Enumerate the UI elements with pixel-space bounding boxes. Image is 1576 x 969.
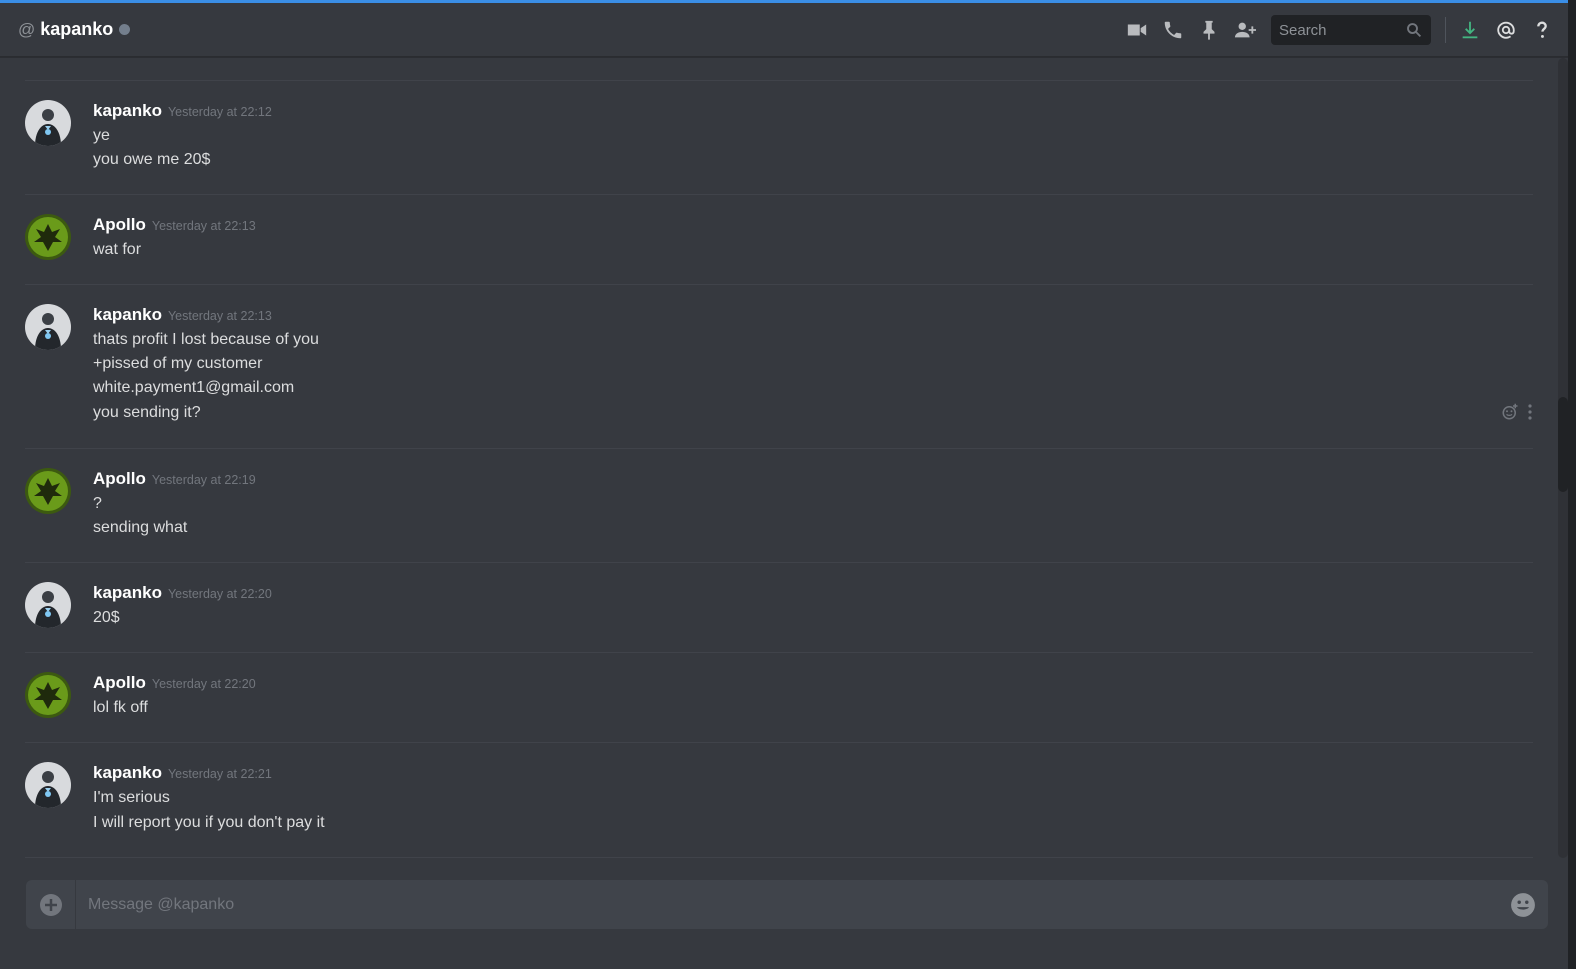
- apollo-avatar[interactable]: [25, 214, 71, 260]
- message-author[interactable]: kapanko Yesterday at 22:12: [93, 101, 272, 121]
- message-text: sending what: [93, 519, 188, 536]
- message-timestamp: Yesterday at 22:13: [151, 219, 256, 233]
- help-icon[interactable]: [1524, 15, 1560, 45]
- message-author[interactable]: kapanko Yesterday at 22:21: [93, 763, 272, 783]
- message-text: +pissed of my customer: [93, 355, 263, 372]
- add-friend-icon[interactable]: [1227, 15, 1263, 45]
- mention-icon[interactable]: [1488, 15, 1524, 45]
- window-edge: [1568, 0, 1576, 969]
- header-toolbar: [1119, 3, 1560, 57]
- message-timestamp: Yesterday at 22:13: [167, 309, 272, 323]
- message-timestamp: Yesterday at 22:19: [151, 473, 256, 487]
- channel-header: @ kapanko: [0, 3, 1576, 57]
- offline-status-indicator: [119, 24, 131, 35]
- apollo-avatar[interactable]: [25, 468, 71, 514]
- upload-button[interactable]: [26, 880, 76, 929]
- message-text: I will report you if you don't pay it: [93, 814, 325, 831]
- kapanko-avatar[interactable]: [25, 100, 71, 146]
- scrollbar-thumb[interactable]: [1558, 397, 1568, 492]
- kapanko-avatar[interactable]: [25, 762, 71, 808]
- message-text: ye: [93, 127, 110, 144]
- more-options-icon[interactable]: [1527, 404, 1533, 420]
- add-reaction-icon[interactable]: [1501, 403, 1519, 421]
- pin-icon[interactable]: [1191, 15, 1227, 45]
- at-icon: @: [18, 19, 36, 39]
- message-text: 20$: [93, 609, 120, 626]
- search-icon: [1407, 23, 1422, 38]
- message-text: I'm serious: [93, 789, 170, 806]
- message-author[interactable]: Apollo Yesterday at 22:13: [93, 215, 256, 235]
- message-hover-actions: [1501, 403, 1533, 421]
- message-author[interactable]: Apollo Yesterday at 22:19: [93, 469, 256, 489]
- message-group: Apollo Yesterday at 22:13 wat for: [25, 194, 1533, 284]
- plus-circle-icon: [39, 893, 62, 916]
- message-timestamp: Yesterday at 22:20: [151, 677, 256, 691]
- message-composer: [26, 880, 1548, 929]
- message-author[interactable]: kapanko Yesterday at 22:13: [93, 305, 272, 325]
- message-timestamp: Yesterday at 22:21: [167, 767, 272, 781]
- kapanko-avatar[interactable]: [25, 582, 71, 628]
- toolbar-divider: [1445, 17, 1446, 43]
- message-text: thats profit I lost because of you: [93, 331, 319, 348]
- message-group: Apollo Yesterday at 22:20 lol fk off: [25, 652, 1533, 742]
- message-text: white.payment1@gmail.com: [93, 379, 295, 396]
- message-group: kapanko Yesterday at 22:12 ye you owe me …: [25, 80, 1533, 194]
- channel-name[interactable]: kapanko: [40, 19, 113, 40]
- message-group: Apollo Yesterday at 22:19 ? sending what: [25, 448, 1533, 562]
- voice-call-icon[interactable]: [1155, 15, 1191, 45]
- message-group: kapanko Yesterday at 22:20 20$: [25, 562, 1533, 652]
- message-input[interactable]: [76, 895, 1498, 914]
- video-call-icon[interactable]: [1119, 15, 1155, 45]
- apollo-avatar[interactable]: [25, 672, 71, 718]
- message-timestamp: Yesterday at 22:12: [167, 105, 272, 119]
- message-group: kapanko Yesterday at 22:13 thats profit I…: [25, 284, 1533, 448]
- message-author[interactable]: Apollo Yesterday at 22:20: [93, 673, 256, 693]
- message-text: wat for: [93, 241, 142, 258]
- message-text: lol fk off: [93, 699, 148, 716]
- message-text: you sending it?: [93, 404, 201, 421]
- emoji-icon: [1511, 892, 1535, 917]
- message-text: you owe me 20$: [93, 151, 211, 168]
- kapanko-avatar[interactable]: [25, 304, 71, 350]
- search-input[interactable]: [1279, 21, 1399, 39]
- message-author[interactable]: kapanko Yesterday at 22:20: [93, 583, 272, 603]
- message-group: kapanko Yesterday at 22:21 I'm serious I …: [25, 742, 1533, 858]
- emoji-button[interactable]: [1498, 880, 1548, 929]
- search-box[interactable]: [1271, 15, 1431, 45]
- message-list[interactable]: kapanko Yesterday at 22:12 ye you owe me …: [0, 58, 1556, 858]
- message-timestamp: Yesterday at 22:20: [167, 587, 272, 601]
- message-text: ?: [93, 495, 102, 512]
- download-icon[interactable]: [1452, 15, 1488, 45]
